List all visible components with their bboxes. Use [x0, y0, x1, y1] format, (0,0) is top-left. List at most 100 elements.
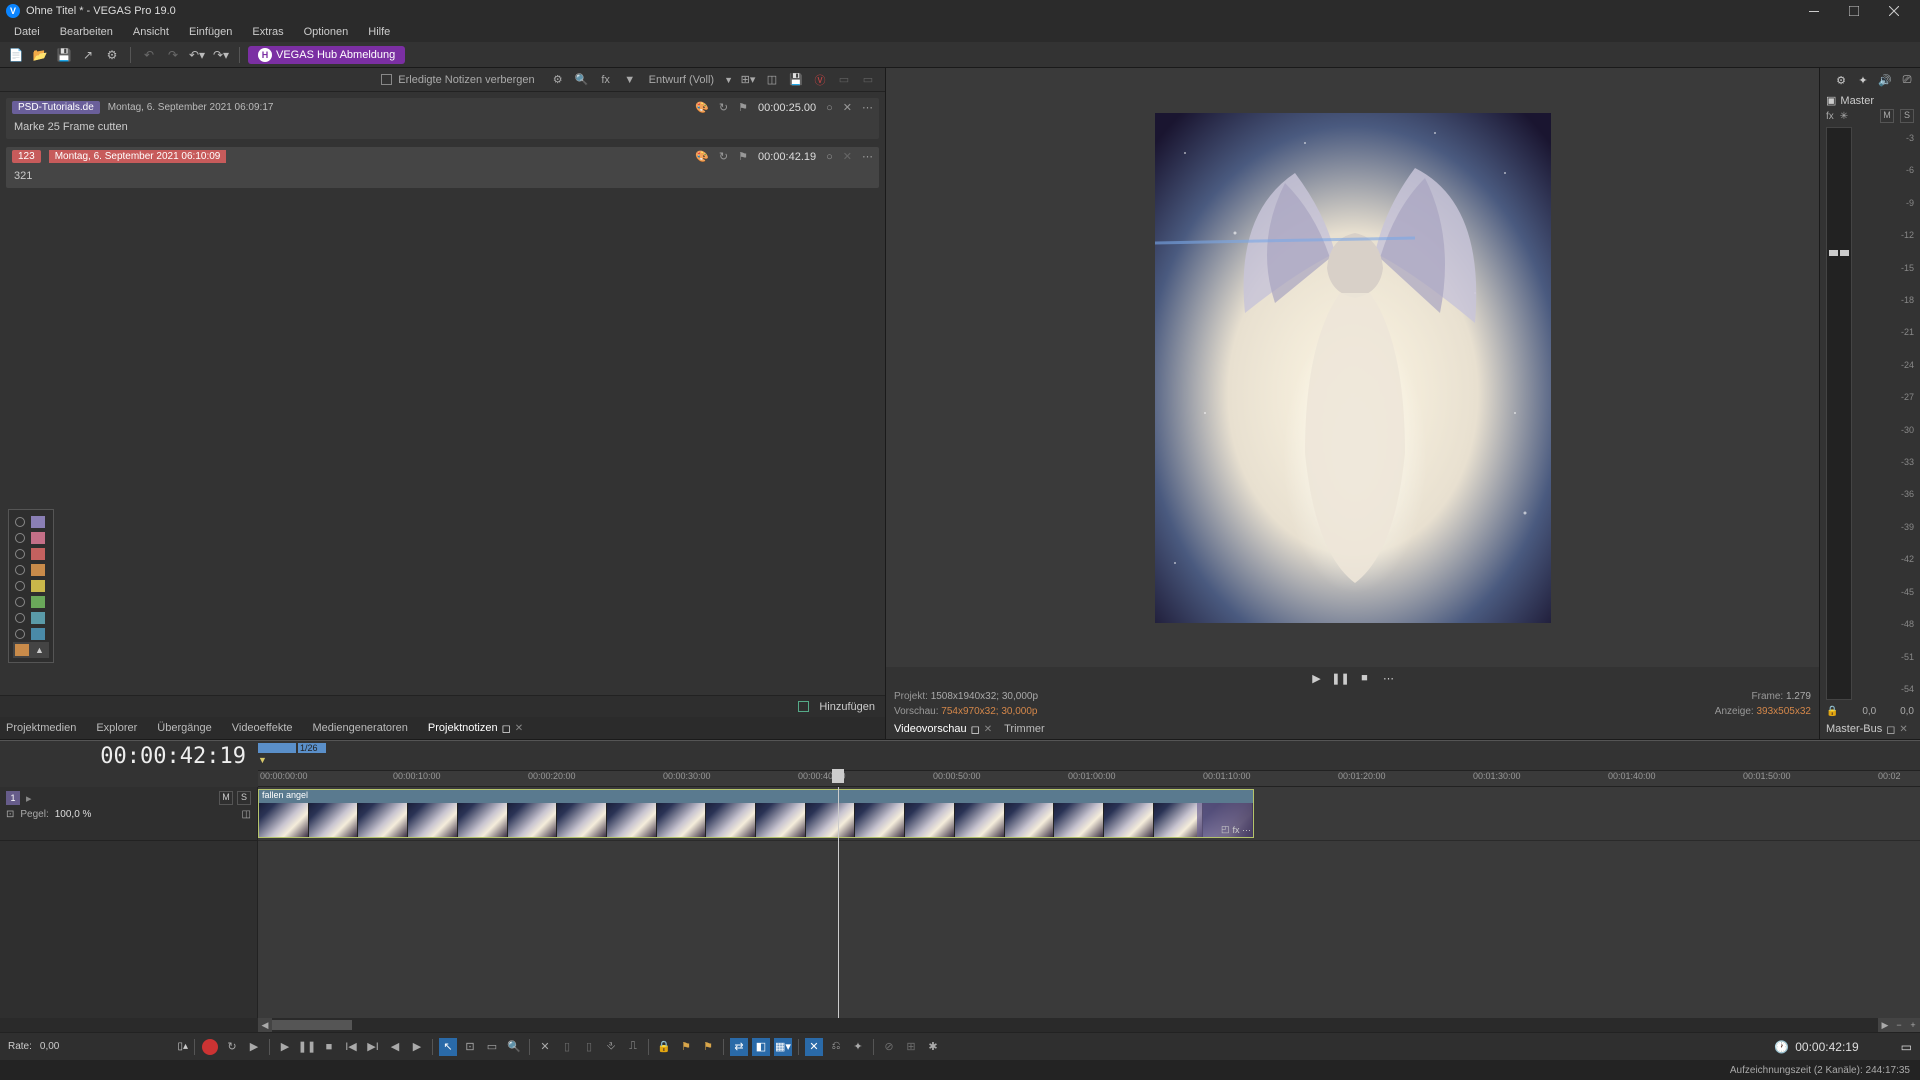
- lock-button[interactable]: 🔒: [655, 1038, 673, 1056]
- hub-button[interactable]: HVEGAS Hub Abmeldung: [248, 46, 405, 64]
- cut-button[interactable]: ✕: [536, 1038, 554, 1056]
- menu-optionen[interactable]: Optionen: [296, 24, 357, 40]
- auto-crossfade-button[interactable]: ⎌: [827, 1038, 845, 1056]
- fit-button[interactable]: ▭: [1901, 1040, 1912, 1054]
- ext-icon[interactable]: ▭: [835, 71, 853, 89]
- note-delete-icon[interactable]: ✕: [843, 150, 852, 163]
- note-color-icon[interactable]: 🎨: [695, 101, 709, 114]
- marker-flag[interactable]: ▼: [258, 755, 267, 765]
- selection-tool[interactable]: ⊡: [461, 1038, 479, 1056]
- note-body[interactable]: Marke 25 Frame cutten: [6, 117, 879, 139]
- grid-icon[interactable]: ⊞▾: [739, 71, 757, 89]
- clip-fx-icon[interactable]: fx ···: [1233, 825, 1252, 835]
- note-goto-icon[interactable]: ↻: [719, 150, 728, 163]
- split-button[interactable]: ⎀: [602, 1038, 620, 1056]
- tab-trimmer[interactable]: Trimmer: [1004, 723, 1045, 735]
- master-bus-tab[interactable]: Master-Bus ◻ ✕: [1820, 719, 1920, 739]
- solo-button[interactable]: S: [1900, 109, 1914, 123]
- tab-projektnotizen[interactable]: Projektnotizen ◻ ✕: [428, 722, 523, 735]
- marker-button[interactable]: ⚑: [677, 1038, 695, 1056]
- prev-frame-button[interactable]: ◀: [386, 1038, 404, 1056]
- marker-tool-button[interactable]: ✱: [924, 1038, 942, 1056]
- snap-toggle-button[interactable]: ◧: [752, 1038, 770, 1056]
- tab-restore-icon[interactable]: ◻: [971, 723, 980, 736]
- quality-dropdown[interactable]: Entwurf (Voll): [645, 74, 718, 86]
- play-button[interactable]: ▶: [276, 1038, 294, 1056]
- insert-icon[interactable]: ✳: [1840, 111, 1848, 122]
- track-automation-icon[interactable]: ◫: [242, 809, 251, 820]
- transport-more-icon[interactable]: ⋯: [1380, 669, 1398, 687]
- tab-explorer[interactable]: Explorer: [96, 722, 137, 734]
- track-expand-icon[interactable]: ▸: [26, 792, 32, 805]
- save-icon[interactable]: 💾: [54, 45, 74, 65]
- track-mute-button[interactable]: M: [219, 791, 233, 805]
- event-fx-button[interactable]: ✦: [849, 1038, 867, 1056]
- zoom-in-icon[interactable]: +: [1906, 1018, 1920, 1032]
- render-icon[interactable]: ↗: [78, 45, 98, 65]
- tab-videoeffekte[interactable]: Videoeffekte: [232, 722, 293, 734]
- undo-dd-icon[interactable]: ↶▾: [187, 45, 207, 65]
- stop-button[interactable]: ■: [320, 1038, 338, 1056]
- track-lane-1[interactable]: fallen angel ◰ fx ···: [258, 787, 1920, 841]
- overlay-icon[interactable]: ◫: [763, 71, 781, 89]
- clip-tools[interactable]: ◰ fx ···: [1197, 803, 1253, 837]
- quantize-button[interactable]: ▦▾: [774, 1038, 792, 1056]
- new-project-icon[interactable]: 📄: [6, 45, 26, 65]
- maximize-button[interactable]: [1834, 0, 1874, 22]
- color-option[interactable]: [13, 530, 49, 546]
- properties-icon[interactable]: ⚙: [102, 45, 122, 65]
- pause-button[interactable]: ❚❚: [298, 1038, 316, 1056]
- pegel-value[interactable]: 100,0 %: [55, 809, 92, 820]
- rate-slider-icon[interactable]: ▯▴: [177, 1041, 188, 1052]
- color-option[interactable]: [13, 594, 49, 610]
- tab-close-icon[interactable]: ✕: [984, 724, 992, 735]
- tab-projektmedien[interactable]: Projektmedien: [6, 722, 76, 734]
- zoom-out-icon[interactable]: −: [1892, 1018, 1906, 1032]
- hide-done-checkbox[interactable]: [381, 74, 392, 85]
- timeline-hscroll[interactable]: ◀ ▶ − +: [0, 1018, 1920, 1032]
- playhead-handle[interactable]: [832, 769, 844, 783]
- add-note-label[interactable]: Hinzufügen: [819, 701, 875, 713]
- add-note-checkbox[interactable]: [798, 701, 809, 712]
- gear-icon[interactable]: ⚙: [1832, 71, 1850, 89]
- snapshot-icon[interactable]: 💾: [787, 71, 805, 89]
- marker-region[interactable]: 1/26: [298, 743, 326, 753]
- note-done-icon[interactable]: ○: [826, 102, 833, 114]
- playhead-line[interactable]: [838, 787, 839, 1018]
- note-flag-icon[interactable]: ⚑: [738, 101, 748, 114]
- fx-icon[interactable]: fx: [597, 71, 615, 89]
- tab-close-icon[interactable]: ✕: [515, 723, 523, 734]
- clip-crop-icon[interactable]: ◰: [1221, 824, 1230, 835]
- menu-ansicht[interactable]: Ansicht: [125, 24, 177, 40]
- color-option[interactable]: [13, 546, 49, 562]
- redo-icon[interactable]: ↷: [163, 45, 183, 65]
- track-lanes[interactable]: fallen angel ◰ fx ···: [258, 787, 1920, 1018]
- scroll-right-icon[interactable]: ▶: [1878, 1018, 1892, 1032]
- note-delete-icon[interactable]: ✕: [843, 101, 852, 114]
- note-goto-icon[interactable]: ↻: [719, 101, 728, 114]
- track-header-1[interactable]: 1 ▸ M S ⊡ Pegel: 100,0 % ◫: [0, 787, 257, 841]
- pause-icon[interactable]: ❚❚: [1332, 669, 1350, 687]
- ignore-event-button[interactable]: ⊘: [880, 1038, 898, 1056]
- gear-icon[interactable]: ⚙: [549, 71, 567, 89]
- tab-close-icon[interactable]: ✕: [1899, 724, 1907, 735]
- note-flag-icon[interactable]: ⚑: [738, 150, 748, 163]
- output-icon[interactable]: 🔊: [1876, 71, 1894, 89]
- note-done-icon[interactable]: ○: [826, 151, 833, 163]
- color-option[interactable]: ▲: [13, 642, 49, 658]
- zoom-tool[interactable]: ▭: [483, 1038, 501, 1056]
- record-button[interactable]: [201, 1038, 219, 1056]
- marker-strip[interactable]: 1/26 ▼: [258, 741, 1920, 771]
- timecode-right[interactable]: 00:00:42:19: [1795, 1040, 1858, 1054]
- note-more-icon[interactable]: ⋯: [862, 150, 873, 163]
- note-card[interactable]: 123 Montag, 6. September 2021 06:10:09 🎨…: [6, 147, 879, 188]
- big-timecode[interactable]: 00:00:42:19: [100, 744, 246, 769]
- trim-start-button[interactable]: ▯: [558, 1038, 576, 1056]
- mute-button[interactable]: M: [1880, 109, 1894, 123]
- open-icon[interactable]: 📂: [30, 45, 50, 65]
- color-option[interactable]: [13, 626, 49, 642]
- play-icon[interactable]: ▶: [1308, 669, 1326, 687]
- scroll-thumb[interactable]: [272, 1020, 352, 1030]
- region-button[interactable]: ⚑: [699, 1038, 717, 1056]
- tab-uebergaenge[interactable]: Übergänge: [157, 722, 211, 734]
